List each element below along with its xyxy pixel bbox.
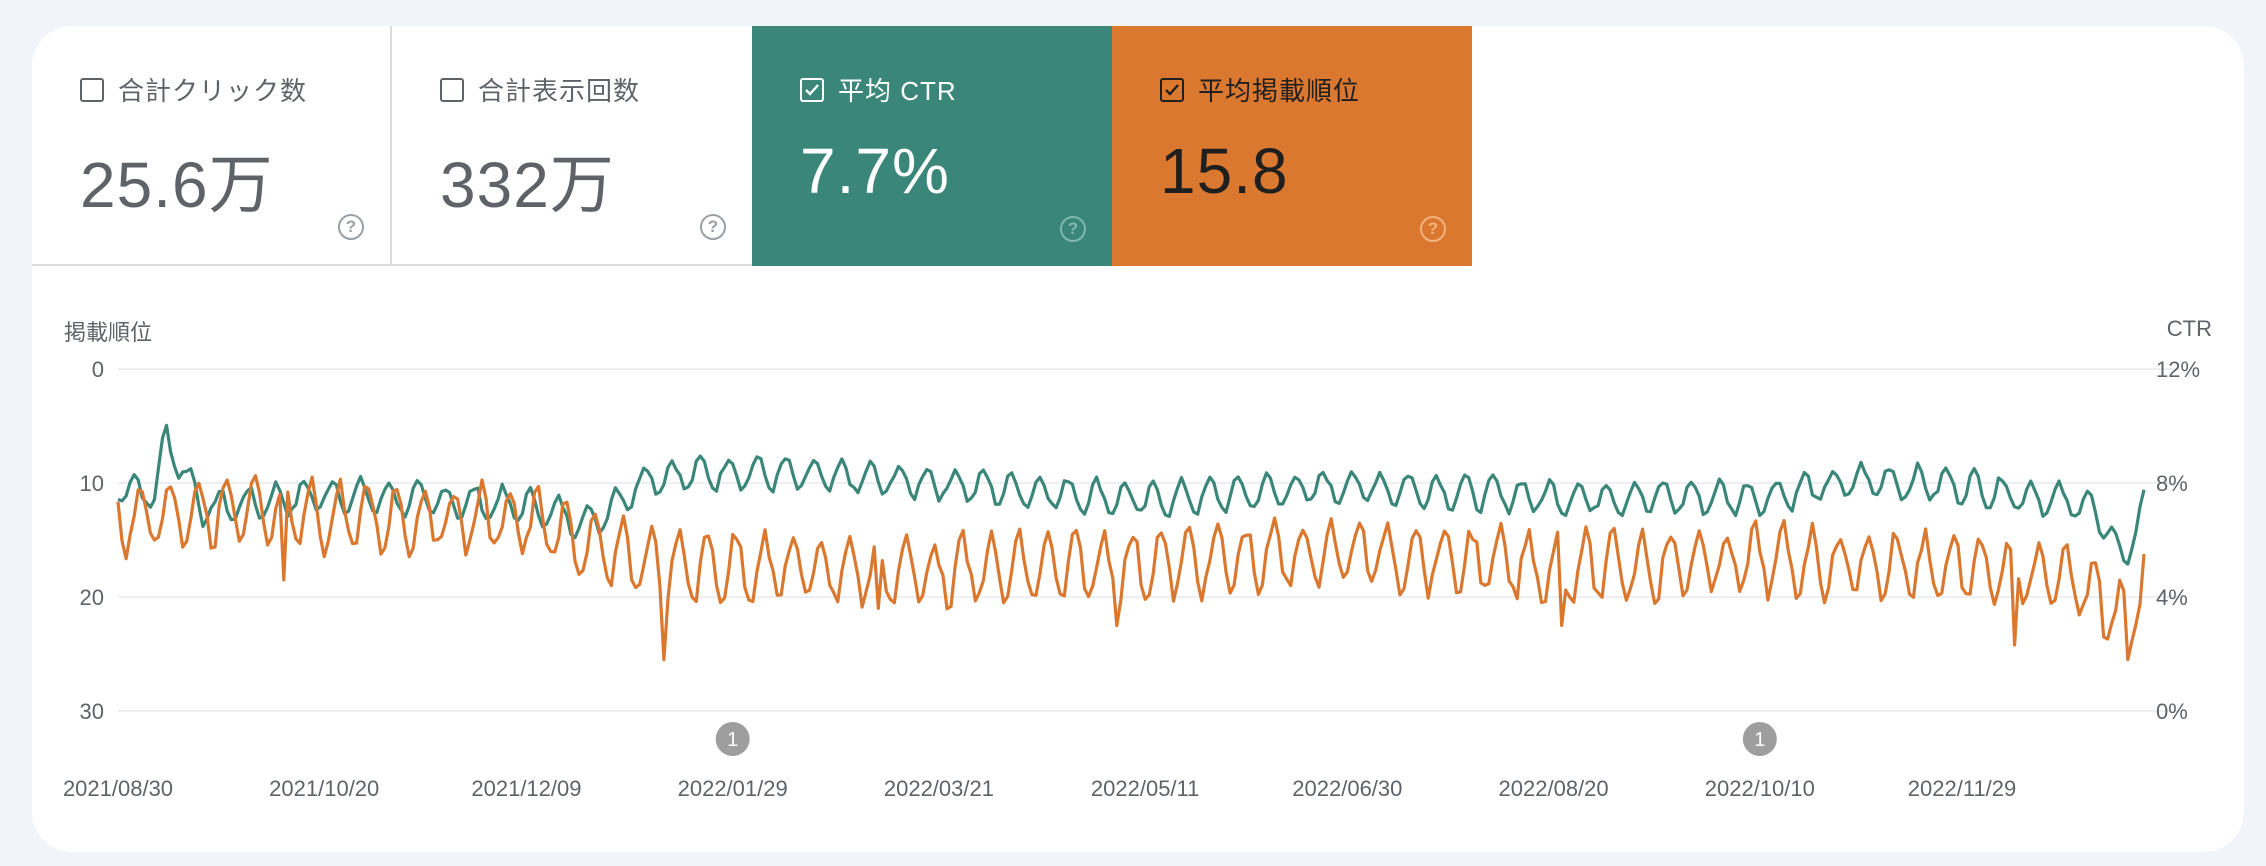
x-tick-label: 2022/03/21: [884, 776, 994, 801]
series-line-position: [116, 474, 2146, 662]
x-tick-label: 2022/05/11: [1091, 776, 1199, 801]
x-tick-label: 2022/11/29: [1908, 776, 2016, 801]
right-axis-title: CTR: [2167, 316, 2212, 341]
annotation-label: 1: [727, 729, 738, 751]
x-tick-label: 2022/01/29: [678, 776, 788, 801]
left-tick-label: 0: [92, 357, 104, 382]
x-tick-label: 2022/10/10: [1705, 776, 1815, 801]
performance-chart: 掲載順位 CTR 0 12% 10 8% 20 4% 30 0% 2021/08/30 2021/…: [63, 316, 2212, 801]
left-tick-label: 10: [80, 471, 104, 496]
right-tick-label: 0%: [2156, 699, 2188, 724]
x-tick-label: 2022/08/20: [1499, 776, 1609, 801]
left-tick-label: 30: [80, 699, 104, 724]
right-tick-label: 8%: [2156, 471, 2188, 496]
left-tick-label: 20: [80, 585, 104, 610]
performance-panel: 合計クリック数 25.6万 ? 合計表示回数 332万 ? 平均 CTR 7.7…: [32, 26, 2244, 852]
x-tick-label: 2021/10/20: [269, 776, 379, 801]
x-tick-label: 2021/12/09: [471, 776, 581, 801]
chart-series: [116, 423, 2146, 662]
annotation-label: 1: [1754, 729, 1765, 751]
x-tick-label: 2021/08/30: [63, 776, 173, 801]
left-axis-title: 掲載順位: [64, 320, 152, 345]
right-tick-label: 12%: [2156, 357, 2200, 382]
x-tick-label: 2022/06/30: [1292, 776, 1402, 801]
right-tick-label: 4%: [2156, 585, 2188, 610]
chart-annotations: 11: [715, 722, 1777, 756]
